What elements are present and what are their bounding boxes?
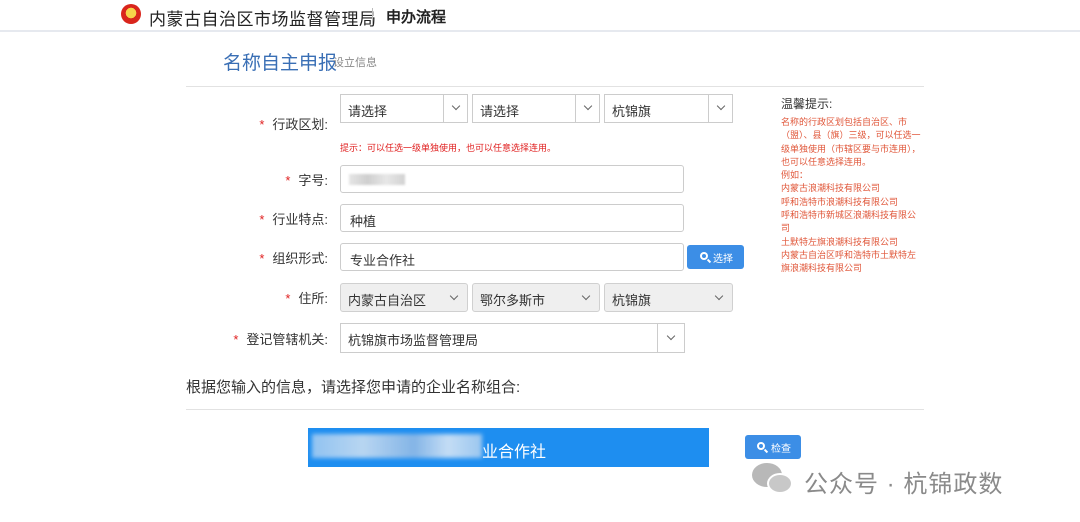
watermark-text: 公众号 · 杭锦政数 [804,471,1004,498]
required-mark: * [285,173,291,188]
zihao-label: * 字号: [285,173,328,188]
process-flow-link[interactable]: 申办流程 [386,6,446,27]
redacted-text [349,174,405,185]
search-icon [700,252,708,260]
tips-line: 内蒙古浪潮科技有限公司 [781,183,881,194]
chevron-down-icon [449,291,459,301]
industry-input[interactable]: 种植 [340,204,684,232]
zihao-input[interactable] [340,165,684,193]
chevron-down-icon [716,101,726,111]
address-select-city[interactable]: 鄂尔多斯市 [472,283,600,312]
required-mark: * [259,251,265,266]
header-divider [372,8,373,24]
required-mark: * [285,291,291,306]
address-label: * 住所: [285,291,328,306]
tips-title: 温馨提示: [781,97,833,111]
national-emblem-icon [121,4,141,24]
agency-name: 内蒙古自治区市场监督管理局 [149,10,377,29]
tips-line: 土默特左旗浪潮科技有限公司 [781,236,899,247]
wechat-icon-bubble [767,473,793,494]
authority-select[interactable]: 杭锦旗市场监督管理局 [340,323,685,353]
select-org-form-button[interactable]: 选择 [687,245,744,269]
check-button[interactable]: 检查 [745,435,801,459]
chevron-down-icon [581,291,591,301]
chevron-down-icon [583,101,593,111]
authority-label: * 登记管辖机关: [233,332,328,347]
enterprise-name-option[interactable]: 业合作社 [308,428,709,467]
district-hint: 提示：可以任选一级单独使用，也可以任意选择连用。 [340,143,557,153]
chevron-down-icon [451,101,461,111]
required-mark: * [259,117,265,132]
redacted-text [312,434,482,458]
divider [186,86,924,87]
tips-body: 名称的行政区划包括自治区、市（盟）、县（旗）三级，可以任选一级单独使用（市辖区要… [781,116,921,276]
tips-line: 名称的行政区划包括自治区、市（盟）、县（旗）三级，可以任选一级单独使用（市辖区要… [781,117,921,167]
divider [186,409,924,410]
dropdown-button[interactable] [575,95,599,122]
search-icon [757,442,765,450]
address-select-region[interactable]: 内蒙古自治区 [340,283,468,312]
district-label: * 行政区划: [259,117,328,132]
industry-label: * 行业特点: [259,212,328,227]
district-select-region[interactable]: 请选择 [340,94,468,123]
chevron-down-icon [714,291,724,301]
page-title: 名称自主申报 [223,53,338,74]
address-select-county[interactable]: 杭锦旗 [604,283,733,312]
tips-line: 呼和浩特市浪潮科技有限公司 [781,196,899,207]
tips-line: 呼和浩特市新城区浪潮科技有限公司 [781,210,917,234]
chevron-down-icon [666,331,676,341]
required-mark: * [259,212,265,227]
org-form-input[interactable]: 专业合作社 [340,243,684,271]
tips-line: 例如： [781,170,809,181]
org-form-label: * 组织形式: [259,251,328,266]
district-select-county[interactable]: 杭锦旗 [604,94,733,123]
district-select-city[interactable]: 请选择 [472,94,600,123]
dropdown-button[interactable] [708,95,732,122]
page-subtitle: 设立信息 [333,57,377,69]
combination-prompt: 根据您输入的信息，请选择您申请的企业名称组合: [186,379,521,396]
tips-line: 内蒙古自治区呼和浩特市土默特左旗浪潮科技有限公司 [781,249,917,274]
dropdown-button[interactable] [657,324,684,352]
dropdown-button[interactable] [443,95,467,122]
top-bar: 内蒙古自治区市场监督管理局 申办流程 [0,0,1080,32]
required-mark: * [233,332,239,347]
